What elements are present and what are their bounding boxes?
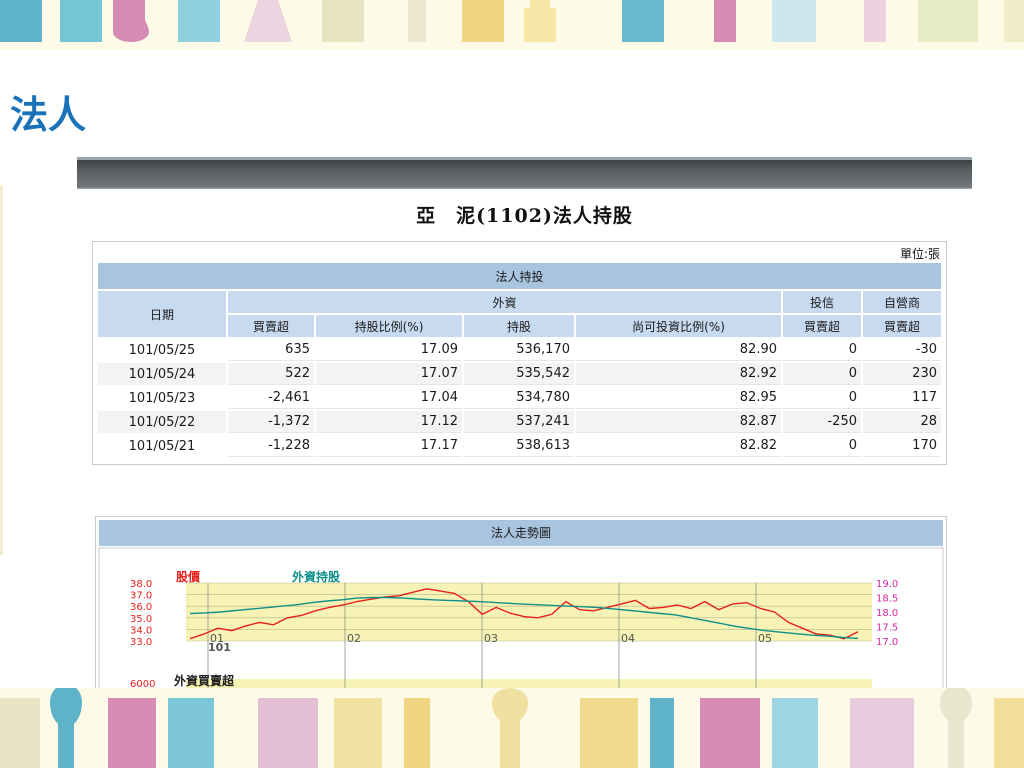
- month-label: 05: [758, 632, 772, 645]
- row-foreign-netbuy: 522: [228, 363, 314, 385]
- right-tick-label: 17.5: [876, 623, 898, 634]
- row-trust-netbuy: 0: [783, 339, 861, 361]
- row-trust-netbuy: 0: [783, 435, 861, 457]
- sub-header-holding-ratio: 持股比例(%): [316, 315, 462, 337]
- row-dealer-netbuy: 28: [863, 411, 941, 433]
- holdings-main-header: 法人持投: [98, 263, 941, 289]
- row-trust-netbuy: 0: [783, 387, 861, 409]
- month-label: 02: [347, 632, 361, 645]
- row-holding-ratio: 17.09: [316, 339, 462, 361]
- embedded-webpage-screenshot: 亞 泥(1102)法人持股 單位:張 法人持投 日期 外資 投信 自營商 買賣超…: [77, 157, 972, 689]
- left-tick-label: 38.0: [130, 579, 152, 590]
- holding-series-label: 外資持股: [292, 569, 341, 584]
- row-foreign-netbuy: -1,228: [228, 435, 314, 457]
- row-holding: 538,613: [464, 435, 574, 457]
- sub-header-holding: 持股: [464, 315, 574, 337]
- right-tick-label: 18.0: [876, 608, 898, 619]
- right-tick-label: 18.5: [876, 594, 898, 605]
- trend-chart: 38.037.036.035.034.033.0 19.0 18.5 18.0 17.…: [98, 547, 944, 689]
- row-dealer-netbuy: -30: [863, 339, 941, 361]
- row-holding: 534,780: [464, 387, 574, 409]
- row-holding-ratio: 17.12: [316, 411, 462, 433]
- row-investable-ratio: 82.87: [576, 411, 781, 433]
- row-foreign-netbuy: -2,461: [228, 387, 314, 409]
- row-holding-ratio: 17.04: [316, 387, 462, 409]
- page-header-bar: [77, 157, 972, 189]
- decorative-pattern: [0, 0, 1024, 50]
- row-holding-ratio: 17.17: [316, 435, 462, 457]
- left-tick-label: 37.0: [130, 591, 152, 602]
- date-column-header: 日期: [98, 291, 226, 337]
- foreign-group-header: 外資: [228, 291, 781, 313]
- row-trust-netbuy: -250: [783, 411, 861, 433]
- table-row: 101/05/23 -2,461 17.04 534,780 82.95 0 1…: [98, 387, 941, 409]
- stock-title: 亞 泥(1102)法人持股: [416, 205, 633, 227]
- row-date: 101/05/25: [98, 339, 226, 361]
- table-row: 101/05/21 -1,228 17.17 538,613 82.82 0 1…: [98, 435, 941, 457]
- row-date: 101/05/24: [98, 363, 226, 385]
- table-row: 101/05/22 -1,372 17.12 537,241 82.87 -25…: [98, 411, 941, 433]
- left-tick-label: 35.0: [130, 614, 152, 625]
- row-investable-ratio: 82.92: [576, 363, 781, 385]
- decorative-bottom-strip: [0, 688, 1024, 768]
- row-date: 101/05/21: [98, 435, 226, 457]
- row-trust-netbuy: 0: [783, 363, 861, 385]
- left-tick-label: 33.0: [130, 637, 152, 648]
- table-row: 101/05/25 635 17.09 536,170 82.90 0 -30: [98, 339, 941, 361]
- holdings-table: 法人持投 日期 外資 投信 自營商 買賣超 持股比例(%) 持股 尚可投資比例(…: [96, 261, 943, 459]
- decorative-top-strip: [0, 0, 1024, 50]
- row-dealer-netbuy: 170: [863, 435, 941, 457]
- sub-header-dealer-netbuy: 買賣超: [863, 315, 941, 337]
- sub-header-trust-netbuy: 買賣超: [783, 315, 861, 337]
- row-dealer-netbuy: 230: [863, 363, 941, 385]
- row-date: 101/05/23: [98, 387, 226, 409]
- row-investable-ratio: 82.95: [576, 387, 781, 409]
- right-tick-label: 17.0: [876, 637, 898, 648]
- row-holding: 536,170: [464, 339, 574, 361]
- row-holding: 537,241: [464, 411, 574, 433]
- price-series-label: 股價: [176, 569, 201, 584]
- right-tick-label: 19.0: [876, 579, 898, 590]
- month-label: 04: [621, 632, 635, 645]
- holdings-table-panel: 單位:張 法人持投 日期 外資 投信 自營商 買賣超 持股比例(%) 持股 尚可…: [92, 241, 947, 465]
- sub-header-investable-ratio: 尚可投資比例(%): [576, 315, 781, 337]
- netbuy-series-label: 外資買賣超: [174, 673, 235, 688]
- decorative-pattern: [0, 688, 1024, 768]
- side-divider: [0, 185, 3, 555]
- trust-group-header: 投信: [783, 291, 861, 313]
- year-label: 101: [208, 641, 231, 654]
- sub-header-foreign-netbuy: 買賣超: [228, 315, 314, 337]
- left-tick-label: 34.0: [130, 625, 152, 636]
- row-holding-ratio: 17.07: [316, 363, 462, 385]
- row-holding: 535,542: [464, 363, 574, 385]
- unit-label: 單位:張: [899, 247, 940, 261]
- row-date: 101/05/22: [98, 411, 226, 433]
- row-foreign-netbuy: -1,372: [228, 411, 314, 433]
- table-row: 101/05/24 522 17.07 535,542 82.92 0 230: [98, 363, 941, 385]
- trend-chart-panel: 法人走勢圖 38.0 37.0 36.0 35.0 34.0 33.0 19.0 18.5 1…: [95, 516, 947, 689]
- row-foreign-netbuy: 635: [228, 339, 314, 361]
- row-dealer-netbuy: 117: [863, 387, 941, 409]
- month-label: 03: [484, 632, 498, 645]
- left-tick-label: 36.0: [130, 602, 152, 613]
- row-investable-ratio: 82.90: [576, 339, 781, 361]
- slide-title: 法人: [10, 93, 87, 137]
- dealer-group-header: 自營商: [863, 291, 941, 313]
- row-investable-ratio: 82.82: [576, 435, 781, 457]
